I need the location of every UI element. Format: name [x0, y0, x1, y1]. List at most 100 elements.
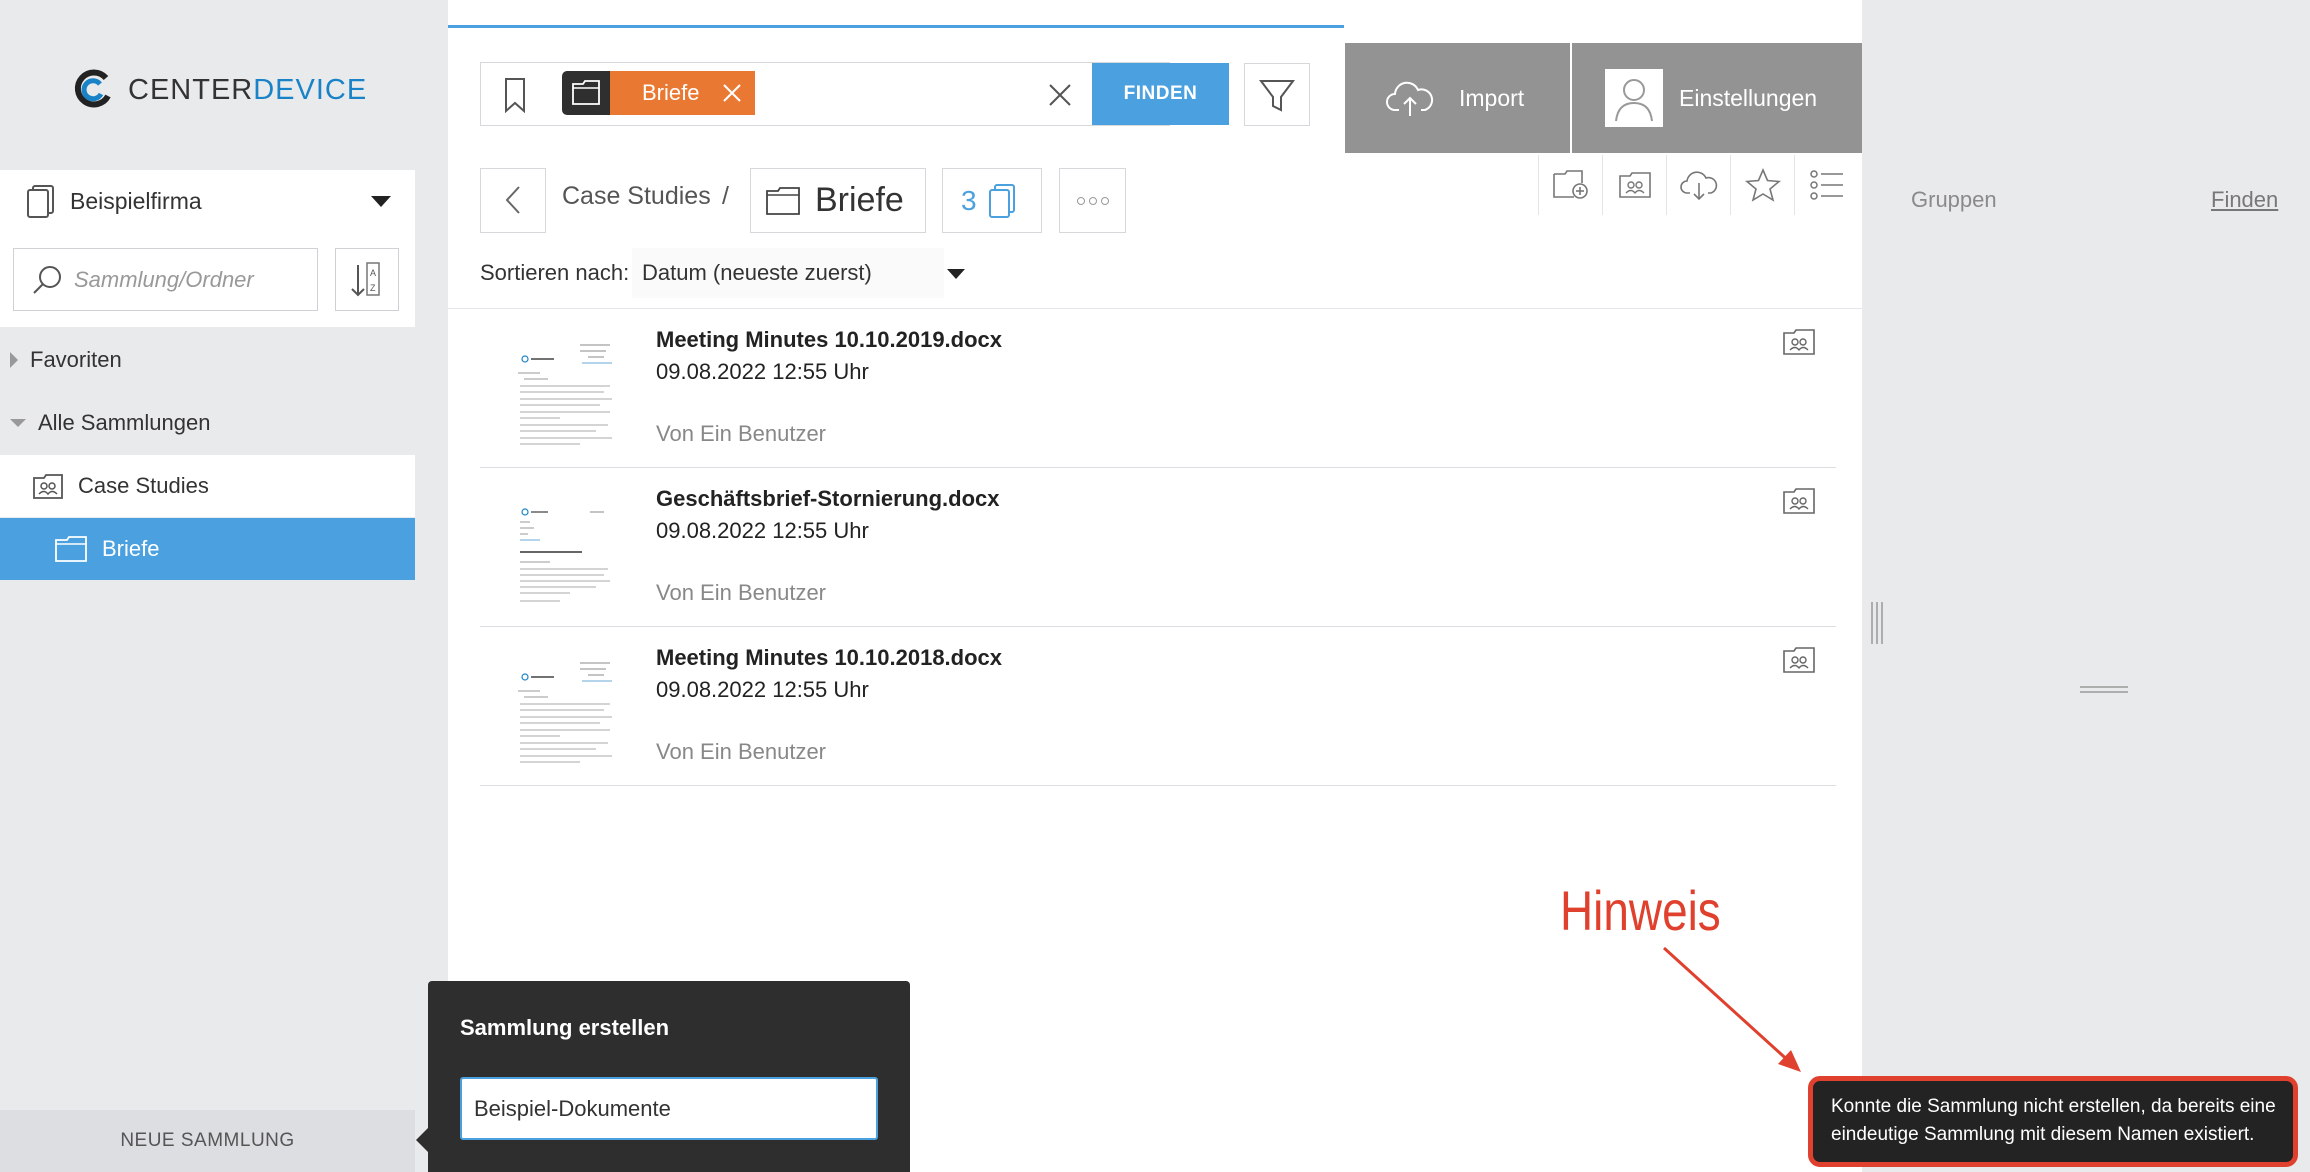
chevron-left-icon: [505, 186, 520, 214]
documents-icon: [988, 183, 1015, 218]
more-dot: [1088, 196, 1097, 205]
folder-add-icon: [1552, 170, 1588, 199]
collection-name-value: Beispiel-Dokumente: [474, 1095, 671, 1121]
shared-collection-icon[interactable]: [1782, 327, 1816, 357]
svg-text:Z: Z: [370, 283, 376, 293]
document-author: Von Ein Benutzer: [656, 739, 827, 764]
tree-item-alle-sammlungen[interactable]: Alle Sammlungen: [0, 392, 415, 454]
shared-folder-button[interactable]: [1602, 155, 1666, 215]
shared-collection-icon[interactable]: [1782, 645, 1816, 675]
sort-az-icon: A Z: [351, 262, 380, 297]
filter-icon: [1259, 80, 1295, 112]
tree-item-label: Briefe: [102, 536, 160, 561]
tree-item-label: Alle Sammlungen: [38, 410, 211, 435]
more-dot: [1100, 196, 1109, 205]
document-row[interactable]: Geschäftsbrief-Stornierung.docx 09.08.20…: [480, 468, 1836, 627]
breadcrumb-parent[interactable]: Case Studies: [562, 182, 711, 211]
clear-search-icon[interactable]: [1048, 83, 1072, 107]
centerdevice-logo-icon: [74, 69, 111, 108]
cloud-download-icon: [1679, 171, 1717, 201]
caret-down-icon[interactable]: [947, 269, 965, 279]
document-thumbnail: [500, 482, 617, 612]
sort-value: Datum (neueste zuerst): [642, 260, 872, 285]
document-date: 09.08.2022 12:55 Uhr: [656, 518, 869, 543]
caret-down-icon: [371, 196, 391, 207]
svg-text:A: A: [370, 268, 376, 278]
import-button[interactable]: Import: [1345, 43, 1570, 153]
new-collection-label: NEUE SAMMLUNG: [120, 1130, 295, 1151]
collection-search-input[interactable]: Sammlung/Ordner: [13, 248, 318, 311]
list-view-button[interactable]: [1794, 155, 1858, 215]
tree-item-label: Favoriten: [30, 347, 122, 372]
search-placeholder: Sammlung/Ordner: [74, 266, 254, 292]
tree-item-label: Case Studies: [78, 473, 209, 498]
breadcrumb-separator: /: [722, 182, 729, 210]
company-selector[interactable]: Beispielfirma: [0, 170, 415, 232]
document-thumbnail: [500, 323, 617, 453]
search-filter-chip[interactable]: Briefe: [610, 71, 755, 115]
folder-icon: [55, 536, 87, 562]
more-options-button[interactable]: [1059, 168, 1126, 233]
annotation-arrow-icon: [1662, 946, 1801, 1072]
user-avatar-icon: [1605, 69, 1663, 127]
document-row[interactable]: Meeting Minutes 10.10.2019.docx 09.08.20…: [480, 309, 1836, 468]
find-link[interactable]: Finden: [2211, 187, 2278, 213]
tree-item-briefe[interactable]: Briefe: [0, 518, 415, 580]
bookmark-icon[interactable]: [498, 76, 532, 114]
document-title[interactable]: Meeting Minutes 10.10.2019.docx: [656, 327, 1002, 353]
popover-title: Sammlung erstellen: [460, 1015, 670, 1040]
download-button[interactable]: [1666, 155, 1730, 215]
new-collection-button[interactable]: NEUE SAMMLUNG: [0, 1110, 415, 1172]
expand-arrow-icon[interactable]: [10, 352, 18, 368]
document-thumbnail: [500, 641, 617, 771]
horizontal-resize-handle-icon[interactable]: [2080, 684, 2128, 696]
sort-dropdown[interactable]: Datum (neueste zuerst): [632, 248, 944, 298]
shared-collection-icon[interactable]: [1782, 486, 1816, 516]
tree-item-case-studies[interactable]: Case Studies: [0, 455, 415, 517]
sort-label: Sortieren nach:: [480, 260, 630, 285]
document-title[interactable]: Geschäftsbrief-Stornierung.docx: [656, 486, 1000, 512]
collapse-arrow-icon[interactable]: [10, 419, 26, 427]
collection-name-input[interactable]: Beispiel-Dokumente: [460, 1077, 878, 1140]
breadcrumb-current: Briefe: [750, 168, 926, 233]
groups-heading: Gruppen: [1911, 187, 1997, 212]
document-author: Von Ein Benutzer: [656, 421, 827, 446]
find-button-label: FINDEN: [1123, 83, 1198, 104]
favorite-button[interactable]: [1730, 155, 1794, 215]
folder-icon: [766, 186, 800, 215]
shared-folder-icon: [1618, 172, 1651, 198]
document-title[interactable]: Meeting Minutes 10.10.2018.docx: [656, 645, 1002, 671]
document-count-button[interactable]: 3: [942, 168, 1042, 233]
document-author: Von Ein Benutzer: [656, 580, 827, 605]
logo-text: CENTERDEVICE: [128, 73, 368, 106]
chip-label: Briefe: [642, 80, 700, 105]
sort-az-button[interactable]: A Z: [335, 248, 399, 311]
back-button[interactable]: [480, 168, 546, 233]
list-view-icon: [1809, 170, 1843, 200]
loading-bar: [448, 25, 1344, 28]
star-icon: [1744, 168, 1781, 202]
import-label: Import: [1459, 84, 1525, 111]
error-message: Konnte die Sammlung nicht erstellen, da …: [1831, 1096, 2276, 1145]
search-icon: [33, 266, 61, 294]
remove-chip-icon[interactable]: [721, 82, 743, 104]
document-row[interactable]: Meeting Minutes 10.10.2018.docx 09.08.20…: [480, 627, 1836, 786]
settings-label: Einstellungen: [1679, 84, 1818, 111]
shared-collection-icon: [33, 474, 63, 499]
vertical-resize-handle-icon[interactable]: [1869, 600, 1885, 646]
popover-arrow: [416, 1128, 428, 1152]
settings-button[interactable]: Einstellungen: [1572, 43, 1862, 153]
add-folder-button[interactable]: [1538, 155, 1602, 215]
right-panel: [1862, 0, 2310, 1172]
more-dot: [1076, 196, 1085, 205]
error-notification: Konnte die Sammlung nicht erstellen, da …: [1808, 1076, 2298, 1167]
annotation-label: Hinweis: [1560, 879, 1721, 942]
tree-item-favoriten[interactable]: Favoriten: [0, 329, 415, 391]
document-date: 09.08.2022 12:55 Uhr: [656, 677, 869, 702]
company-name: Beispielfirma: [70, 187, 202, 214]
chip-folder-icon: [562, 71, 610, 115]
filter-button[interactable]: [1244, 63, 1310, 126]
current-folder-label: Briefe: [815, 181, 904, 219]
find-button[interactable]: FINDEN: [1092, 63, 1229, 125]
app-logo[interactable]: CENTERDEVICE: [70, 65, 370, 115]
